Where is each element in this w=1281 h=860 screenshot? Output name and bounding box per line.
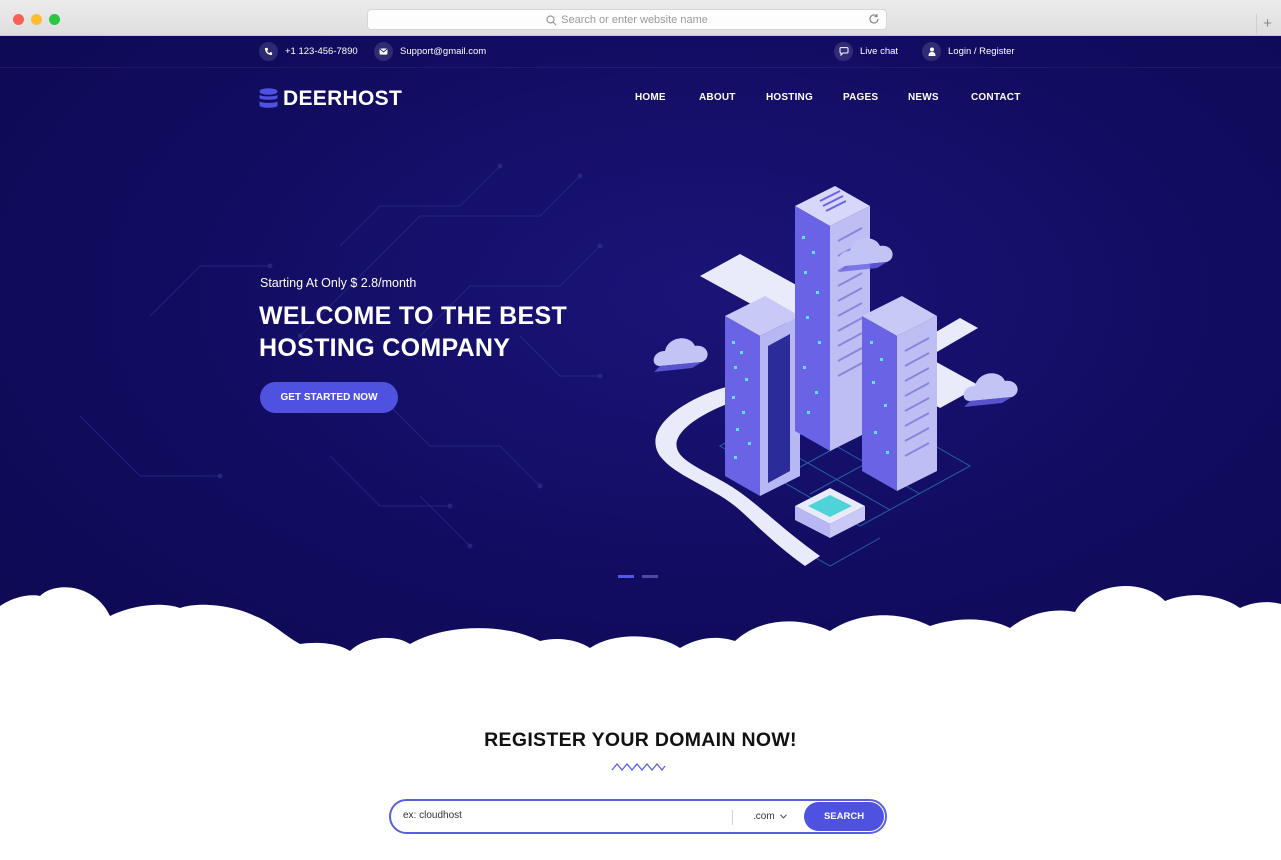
browser-toolbar: Search or enter website name +: [0, 0, 1281, 36]
close-window-button[interactable]: [13, 14, 24, 25]
zigzag-divider-icon: [611, 762, 666, 772]
hero-section: +1 123-456-7890 Support@gmail.com Live c…: [0, 36, 1281, 686]
cloud-divider: [0, 585, 1281, 686]
tld-selected-value: .com: [753, 811, 775, 822]
domain-section-title: REGISTER YOUR DOMAIN NOW!: [484, 729, 797, 751]
reload-icon[interactable]: [868, 13, 880, 25]
domain-search-button[interactable]: SEARCH: [804, 802, 884, 831]
maximize-window-button[interactable]: [49, 14, 60, 25]
new-tab-button[interactable]: +: [1256, 14, 1278, 34]
search-icon: [546, 14, 557, 26]
tld-select[interactable]: .com: [753, 811, 787, 822]
domain-search-form: .com SEARCH: [389, 799, 887, 834]
divider: [732, 810, 733, 825]
address-bar[interactable]: Search or enter website name: [367, 9, 887, 30]
address-placeholder: Search or enter website name: [561, 14, 708, 26]
domain-search-input[interactable]: [403, 810, 703, 821]
chevron-down-icon: [779, 814, 787, 819]
minimize-window-button[interactable]: [31, 14, 42, 25]
